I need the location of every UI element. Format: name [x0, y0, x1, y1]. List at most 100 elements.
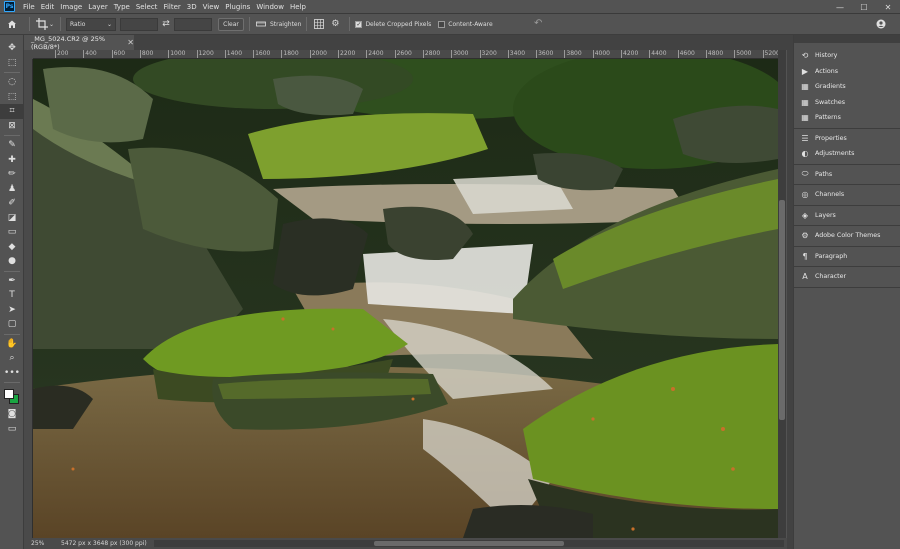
history-brush-tool-icon[interactable]: ✐	[0, 196, 24, 211]
panel-label: Patterns	[815, 114, 841, 122]
menu-plugins[interactable]: Plugins	[222, 0, 253, 14]
panel-label: Properties	[815, 134, 847, 142]
close-tab-icon[interactable]: ✕	[127, 38, 134, 47]
eyedropper-tool-icon[interactable]: ✎	[0, 138, 24, 153]
panel-label: Paths	[815, 170, 833, 178]
ruler-tick-label: 4000	[592, 50, 610, 58]
width-ratio-input[interactable]	[120, 17, 158, 31]
lasso-tool-icon[interactable]: ◌	[0, 75, 24, 90]
more-tools-icon[interactable]: •••	[0, 366, 24, 381]
healing-tool-icon[interactable]: ✚	[0, 153, 24, 168]
canvas[interactable]	[33, 59, 778, 538]
panel-label: Channels	[815, 191, 845, 199]
crop-tool-icon[interactable]: ⌗	[0, 104, 24, 119]
stamp-tool-icon[interactable]: ♟	[0, 182, 24, 197]
document-tab[interactable]: _MG_5024.CR2 @ 25% (RGB/8*) ✕	[24, 35, 134, 51]
horizontal-scroll-thumb[interactable]	[374, 541, 564, 546]
frame-tool-icon[interactable]: ⊠	[0, 119, 24, 134]
vertical-scroll-thumb[interactable]	[779, 200, 785, 420]
ratio-select[interactable]: Ratio ⌄	[66, 17, 116, 31]
gradient-tool-icon[interactable]: ▭	[0, 225, 24, 240]
menu-type[interactable]: Type	[111, 0, 133, 14]
panel-actions[interactable]: ▶ Actions	[794, 64, 900, 80]
panel-channels[interactable]: ◎ Channels	[794, 187, 900, 203]
path-select-tool-icon[interactable]: ➤	[0, 303, 24, 318]
panel-group: ⟲ History ▶ Actions ▦ Gradients ▦ Swatches ▦ Patt…	[794, 46, 900, 129]
minimize-button[interactable]: —	[828, 0, 852, 14]
move-tool-icon[interactable]: ✥	[0, 41, 24, 56]
color-swatches[interactable]	[0, 385, 24, 407]
swap-icon[interactable]: ⇄	[158, 19, 174, 29]
panel-swatches[interactable]: ▦ Swatches	[794, 95, 900, 111]
eraser-tool-icon[interactable]: ◪	[0, 211, 24, 226]
foreground-color[interactable]	[4, 389, 14, 399]
screen-mode-icon[interactable]: ▭	[0, 422, 24, 437]
blur-tool-icon[interactable]: ◆	[0, 240, 24, 255]
separator	[249, 17, 250, 31]
user-account-icon[interactable]	[876, 19, 886, 29]
panel-label: Adobe Color Themes	[815, 232, 881, 240]
panel-paragraph[interactable]: ¶ Paragraph	[794, 249, 900, 265]
menu-window[interactable]: Window	[253, 0, 287, 14]
panel-layers[interactable]: ◈ Layers	[794, 208, 900, 224]
tool-list: ✥ ⬚ ◌ ⬚ ⌗ ⊠ ✎ ✚ ✏ ♟ ✐ ◪ ▭ ◆ ● ✒ T ➤ ▢ ✋ ⌕ •••	[0, 41, 24, 381]
type-tool-icon[interactable]: T	[0, 288, 24, 303]
panel-patterns[interactable]: ▦ Patterns	[794, 110, 900, 126]
ruler-tick-label: 4400	[649, 50, 667, 58]
document-tab-bar: _MG_5024.CR2 @ 25% (RGB/8*) ✕	[24, 35, 787, 51]
menu-edit[interactable]: Edit	[38, 0, 58, 14]
maximize-button[interactable]: ☐	[852, 0, 876, 14]
menu-select[interactable]: Select	[133, 0, 161, 14]
home-icon[interactable]	[0, 14, 24, 35]
clear-button[interactable]: Clear	[218, 17, 244, 31]
settings-gear-icon[interactable]: ⚙	[326, 19, 344, 29]
paragraph-icon: ¶	[802, 251, 808, 261]
pen-tool-icon[interactable]: ✒	[0, 274, 24, 289]
reset-crop-icon[interactable]: ↶	[534, 18, 542, 29]
delete-cropped-pixels-option[interactable]: ✓ Delete Cropped Pixels	[355, 20, 431, 28]
panel-character[interactable]: A Character	[794, 269, 900, 285]
panels-header[interactable]	[794, 35, 900, 43]
panel-adobe-color-themes[interactable]: ⚙ Adobe Color Themes	[794, 228, 900, 244]
menu-filter[interactable]: Filter	[160, 0, 183, 14]
hand-tool-icon[interactable]: ✋	[0, 337, 24, 352]
delete-cropped-checkbox[interactable]: ✓	[355, 20, 363, 28]
straighten-icon[interactable]	[255, 20, 267, 28]
vertical-ruler[interactable]	[24, 59, 33, 538]
panel-adjustments[interactable]: ◐ Adjustments	[794, 146, 900, 162]
menu-file[interactable]: File	[20, 0, 38, 14]
panel-gradients[interactable]: ▦ Gradients	[794, 79, 900, 95]
rectangle-tool-icon[interactable]: ▢	[0, 317, 24, 332]
brush-tool-icon[interactable]: ✏	[0, 167, 24, 182]
panel-properties[interactable]: ☰ Properties	[794, 131, 900, 147]
content-aware-option[interactable]: Content-Aware	[438, 20, 493, 28]
menu-help[interactable]: Help	[287, 0, 309, 14]
zoom-level[interactable]: 25%	[31, 540, 51, 547]
height-ratio-input[interactable]	[174, 17, 212, 31]
panel-group: ⬭ Paths	[794, 165, 900, 185]
panel-paths[interactable]: ⬭ Paths	[794, 167, 900, 183]
quick-mask-icon[interactable]: ◙	[0, 407, 24, 422]
horizontal-ruler[interactable]: 200 400 600 800 1000 1200 1400 1600 1800 2000 2200…	[33, 50, 778, 59]
straighten-label[interactable]: Straighten	[270, 21, 301, 28]
zoom-tool-icon[interactable]: ⌕	[0, 351, 24, 366]
close-button[interactable]: ✕	[876, 0, 900, 14]
separator	[349, 17, 351, 31]
marquee-tool-icon[interactable]: ⬚	[0, 56, 24, 71]
object-select-tool-icon[interactable]: ⬚	[0, 90, 24, 105]
panel-history[interactable]: ⟲ History	[794, 48, 900, 64]
crop-preset-icon[interactable]: ⌄	[35, 14, 55, 35]
panels-dock: ⟲ History ▶ Actions ▦ Gradients ▦ Swatches ▦ Patt…	[793, 35, 900, 549]
status-bar: 25% 5472 px x 3648 px (300 ppi) ›	[24, 538, 787, 549]
menu-3d[interactable]: 3D	[184, 0, 200, 14]
ruler-tick-label: 1600	[253, 50, 271, 58]
content-aware-checkbox[interactable]	[438, 20, 446, 28]
menu-image[interactable]: Image	[57, 0, 85, 14]
panel-label: Layers	[815, 211, 836, 219]
dodge-tool-icon[interactable]: ●	[0, 254, 24, 269]
menu-layer[interactable]: Layer	[85, 0, 111, 14]
overlay-grid-icon[interactable]	[312, 19, 326, 29]
horizontal-scrollbar[interactable]	[154, 540, 784, 547]
menu-view[interactable]: View	[200, 0, 223, 14]
vertical-scrollbar[interactable]	[778, 50, 786, 538]
